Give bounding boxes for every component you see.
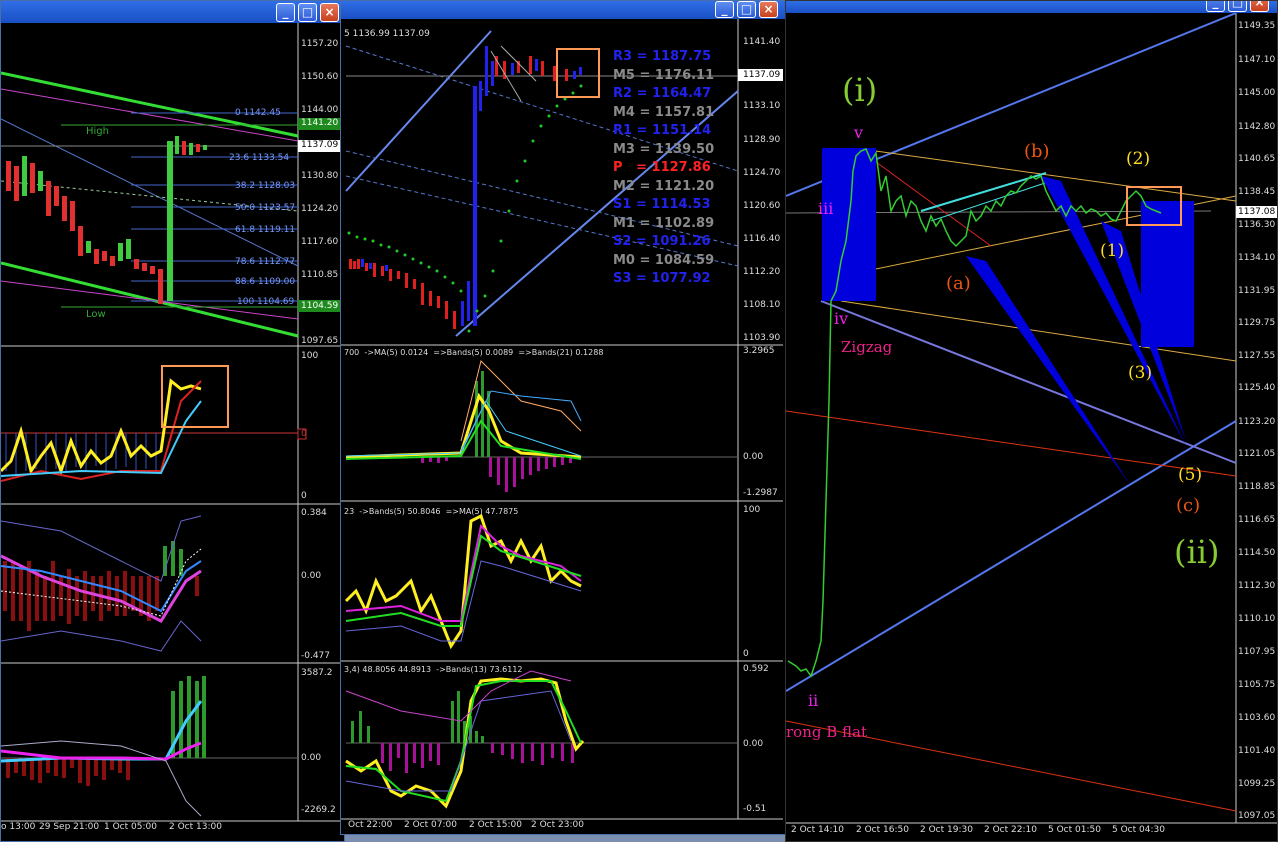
maximize-button[interactable]: □ bbox=[737, 1, 756, 18]
pivot-level: R1 = 1151.14 bbox=[613, 123, 712, 138]
pivot-level: M3 = 1139.50 bbox=[613, 141, 715, 157]
wave-label-i-big: (i) bbox=[842, 71, 878, 109]
left-window-titlebar[interactable]: _ □ × bbox=[1, 1, 344, 23]
low-label: Low bbox=[86, 309, 106, 320]
pivot-level: S3 = 1077.92 bbox=[613, 271, 711, 286]
pivot-level: R3 = 1187.75 bbox=[613, 49, 712, 64]
close-button[interactable]: × bbox=[1250, 1, 1269, 12]
close-button[interactable]: × bbox=[320, 3, 339, 22]
pivot-level: M4 = 1157.81 bbox=[613, 104, 715, 120]
maximize-button[interactable]: □ bbox=[298, 3, 317, 22]
pivot-level: R2 = 1164.47 bbox=[613, 86, 712, 101]
left-chart-window[interactable]: _ □ × 1157.20 1150.60 1144.00 1141.20 11… bbox=[0, 0, 345, 842]
ind3-header: 3,4) 48.8056 44.8913 ->Bands(13) 73.6112 bbox=[344, 665, 523, 674]
middle-chart-window[interactable]: _ □ × 5 1136.99 1137.09 R3 = 1187.75 M5 … bbox=[340, 0, 786, 835]
close-button[interactable]: × bbox=[759, 1, 778, 18]
middle-chart-canvas[interactable] bbox=[341, 19, 785, 834]
wave-label-5: (5) bbox=[1178, 465, 1203, 485]
left-candles bbox=[6, 136, 207, 304]
ind2-header: 23 ->Bands(5) 50.8046 =>MA(5) 47.7875 bbox=[344, 507, 519, 516]
wave-label-1: (1) bbox=[1100, 241, 1125, 261]
right-window-titlebar[interactable]: _ □ × bbox=[786, 1, 1277, 13]
pivot-level: M2 = 1121.20 bbox=[613, 178, 715, 194]
pivot-levels: R3 = 1187.75 M5 = 1176.11 R2 = 1164.47 M… bbox=[613, 48, 714, 289]
pivot-level: M0 = 1084.59 bbox=[613, 252, 715, 268]
wave-label-ii-small: ii bbox=[808, 691, 819, 710]
wave-label-b: (b) bbox=[1024, 141, 1050, 162]
right-chart-window[interactable]: _ □ × (i) (ii) v iii iv Zigzag ii rong B… bbox=[785, 0, 1278, 842]
highlight-box bbox=[556, 48, 600, 98]
wave-label-iii: iii bbox=[818, 199, 834, 218]
minimize-button[interactable]: _ bbox=[1206, 1, 1225, 12]
pivot-level: M1 = 1102.89 bbox=[613, 215, 715, 231]
pivot-level: M5 = 1176.11 bbox=[613, 67, 715, 83]
high-label: High bbox=[86, 126, 109, 137]
wave-label-zigzag: Zigzag bbox=[841, 338, 893, 356]
wave-label-2: (2) bbox=[1126, 149, 1151, 169]
pivot-level: S2 = 1091.26 bbox=[613, 234, 711, 249]
wave-label-a: (a) bbox=[946, 273, 971, 294]
left-chart-canvas[interactable] bbox=[1, 23, 344, 841]
wave-label-3: (3) bbox=[1128, 363, 1153, 383]
highlight-box bbox=[161, 365, 229, 428]
pivot-level: P = 1127.86 bbox=[613, 160, 711, 175]
pivot-level: S1 = 1114.53 bbox=[613, 197, 711, 212]
middle-header: 5 1136.99 1137.09 bbox=[344, 29, 430, 39]
minimize-button[interactable]: _ bbox=[276, 3, 295, 22]
wave-label-v: v bbox=[854, 123, 864, 142]
ind1-header: 700 ->MA(5) 0.0124 =>Bands(5) 0.0089 =>B… bbox=[344, 348, 604, 357]
maximize-button[interactable]: □ bbox=[1228, 1, 1247, 12]
middle-window-titlebar[interactable]: _ □ × bbox=[341, 1, 785, 19]
wave-box bbox=[822, 148, 876, 301]
wave-label-c: (c) bbox=[1176, 495, 1201, 516]
minimize-button[interactable]: _ bbox=[715, 1, 734, 18]
wave-label-iv: iv bbox=[834, 309, 849, 328]
wave-label-flat: rong B flat bbox=[786, 723, 867, 741]
wave-label-ii-big: (ii) bbox=[1174, 533, 1220, 571]
